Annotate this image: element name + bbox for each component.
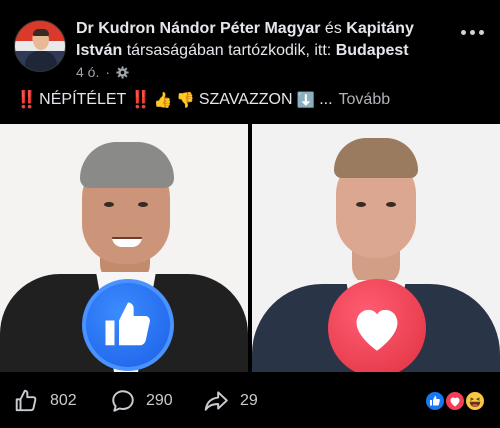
post-header: Dr Kudron Nándor Péter Magyar és Kapitán… <box>0 0 500 86</box>
author-link-1[interactable]: Dr Kudron Nándor Péter Magyar <box>76 20 320 37</box>
author-avatar[interactable] <box>14 20 66 72</box>
like-outline-icon <box>15 389 37 412</box>
author-link-2[interactable]: Kapitány <box>346 20 414 37</box>
like-button[interactable]: 802 <box>14 388 77 414</box>
double-exclamation-icon: ‼️ <box>130 90 151 109</box>
title-connector: és <box>320 20 347 37</box>
post-meta: 4 ó. · <box>76 64 129 80</box>
reaction-summary[interactable] <box>424 390 490 414</box>
facebook-post: Dr Kudron Nándor Péter Magyar és Kapitán… <box>0 0 500 428</box>
comment-outline-icon <box>112 390 134 412</box>
gear-icon[interactable] <box>116 65 129 79</box>
caption-ellipsis: ... <box>319 91 333 108</box>
author-link-2b[interactable]: István <box>76 42 122 59</box>
love-icon <box>444 390 466 412</box>
right-candidate-photo[interactable] <box>252 124 500 372</box>
share-outline-icon <box>204 391 228 411</box>
haha-icon <box>464 390 486 412</box>
thumbs-up-icon <box>105 302 150 346</box>
caption-word-1: NÉPÍTÉLET <box>39 91 127 108</box>
comment-count: 290 <box>146 392 173 409</box>
like-icon <box>424 390 446 412</box>
see-more-link[interactable]: Tovább <box>339 91 391 109</box>
thumbs-down-emoji-icon: 👎 <box>176 92 195 109</box>
double-exclamation-icon: ‼️ <box>16 90 37 109</box>
share-button[interactable]: 29 <box>202 388 258 414</box>
post-time[interactable]: 4 ó. <box>76 64 99 80</box>
love-reaction-icon <box>328 279 426 372</box>
post-footer: 802 290 29 <box>0 376 500 428</box>
tagged-text: társaságában tartózkodik, itt: <box>122 42 336 59</box>
heart-icon <box>356 309 398 351</box>
post-caption: ‼️ NÉPÍTÉLET ‼️ 👍 👎 SZAVAZZON ⬇️ ... Tov… <box>16 90 390 110</box>
more-dots-icon[interactable] <box>458 22 486 42</box>
post-media[interactable] <box>0 124 500 372</box>
meta-separator: · <box>105 64 111 80</box>
thumbs-up-emoji-icon: 👍 <box>153 92 173 109</box>
like-reaction-icon <box>82 279 174 371</box>
left-candidate-photo[interactable] <box>0 124 248 372</box>
like-count: 802 <box>50 392 77 409</box>
comment-button[interactable]: 290 <box>110 388 173 414</box>
down-arrow-emoji-icon: ⬇️ <box>296 92 316 109</box>
location-link[interactable]: Budapest <box>336 42 409 59</box>
share-count: 29 <box>240 392 258 409</box>
post-title: Dr Kudron Nándor Péter Magyar és Kapitán… <box>76 18 456 62</box>
caption-word-2: SZAVAZZON <box>198 91 293 108</box>
